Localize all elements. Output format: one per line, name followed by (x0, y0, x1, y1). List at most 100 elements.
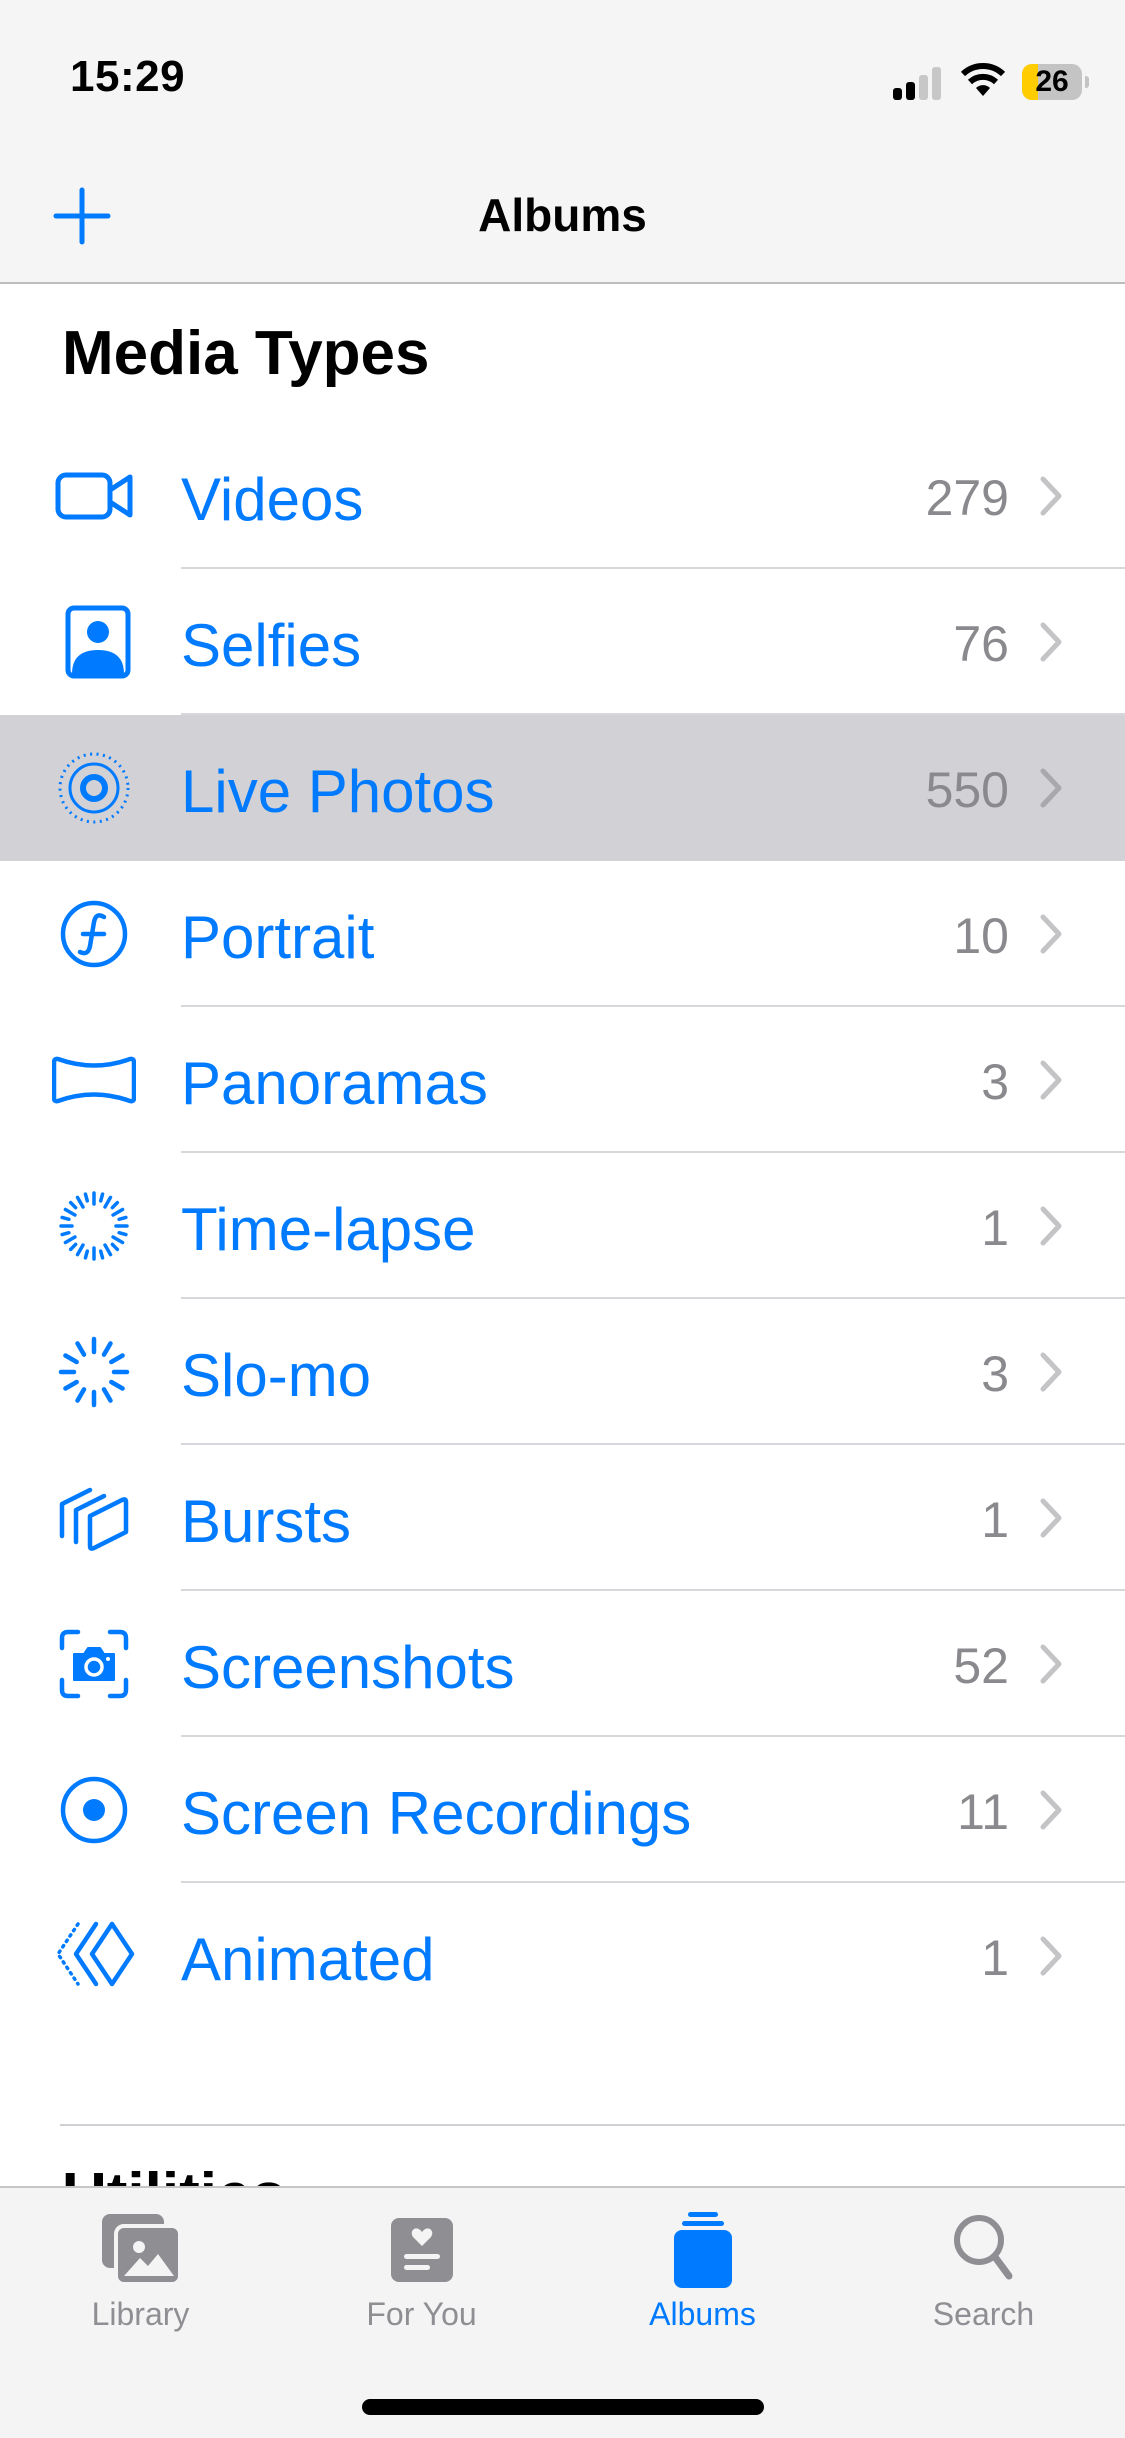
icon-tick (68, 1242, 78, 1252)
list-item-live-photos[interactable]: Live Photos 550 (0, 715, 1125, 861)
section-divider (60, 2124, 1125, 2126)
icon-tick (75, 1243, 85, 1257)
for-you-icon (377, 2208, 467, 2292)
chevron-right-icon (1039, 1935, 1063, 1977)
animated-icon (52, 1916, 136, 1996)
list-item-label: Time-lapse (181, 1196, 476, 1263)
tab-search[interactable]: Search (843, 2188, 1124, 2348)
list-item-label: Portrait (181, 904, 375, 971)
icon-tick (110, 1200, 120, 1210)
icon-tick (101, 1341, 113, 1357)
selfie-portrait-icon (52, 602, 136, 682)
list-item-count: 3 (981, 1346, 1009, 1402)
cellular-signal-icon (893, 66, 943, 100)
chevron-right-icon (1039, 1351, 1063, 1393)
video-camera-icon (52, 456, 136, 536)
icon-tick (109, 1353, 125, 1365)
icon-tick (103, 1243, 113, 1257)
chevron-right-icon (1039, 1497, 1063, 1539)
home-indicator[interactable] (362, 2399, 764, 2415)
section-title-media-types: Media Types (62, 319, 430, 388)
live-photo-icon (52, 748, 136, 828)
chevron-right-icon (1039, 475, 1063, 517)
icon-tick (111, 1235, 125, 1245)
icon-tick (75, 1341, 87, 1357)
bursts-icon (52, 1478, 136, 1558)
list-item-label: Panoramas (181, 1050, 488, 1117)
icon-tick (63, 1353, 79, 1365)
tab-for-you[interactable]: For You (281, 2188, 562, 2348)
list-item-count: 52 (953, 1638, 1009, 1694)
list-item-time-lapse[interactable]: Time-lapse 1 (0, 1153, 1125, 1299)
list-item-screen-recordings[interactable]: Screen Recordings 11 (0, 1737, 1125, 1883)
icon-tick (103, 1195, 113, 1209)
list-item-label: Bursts (181, 1488, 352, 1555)
status-bar: 15:29 26 (0, 0, 1125, 160)
icon-tick (110, 1242, 120, 1252)
list-item-screenshots[interactable]: Screenshots 52 (0, 1591, 1125, 1737)
icon-tick (60, 1215, 71, 1222)
list-item-count: 279 (925, 470, 1009, 526)
icon-tick (75, 1387, 87, 1403)
icon-tick (75, 1195, 85, 1209)
photo-library-icon (96, 2208, 186, 2292)
tab-library[interactable]: Library (0, 2188, 281, 2348)
list-item-label: Slo-mo (181, 1342, 372, 1409)
chevron-right-icon (1039, 767, 1063, 809)
list-item-count: 1 (981, 1200, 1009, 1256)
chevron-right-icon (1039, 621, 1063, 663)
albums-stack-icon (658, 2208, 748, 2292)
icon-tick (60, 1230, 71, 1237)
aperture-f-icon (52, 894, 136, 974)
list-item-count: 550 (925, 762, 1009, 818)
tab-label: Library (91, 2296, 190, 2332)
tab-label: Albums (649, 2296, 756, 2332)
icon-tick (83, 1192, 90, 1203)
list-item-label: Screen Recordings (181, 1780, 692, 1847)
icon-tick (63, 1235, 77, 1245)
media-types-list: Videos 279 Selfies 76 Live Photos 550 Po… (0, 423, 1125, 2029)
timelapse-icon (52, 1186, 136, 1266)
list-item-bursts[interactable]: Bursts 1 (0, 1445, 1125, 1591)
tab-bar: Library For You Albums Search (0, 2186, 1125, 2438)
list-item-label: Screenshots (181, 1634, 515, 1701)
wifi-icon (960, 62, 1006, 98)
chevron-right-icon (1039, 1789, 1063, 1831)
icon-tick (83, 1249, 90, 1260)
magnifying-glass-icon (939, 2208, 1029, 2292)
navigation-bar: Albums (0, 160, 1125, 284)
icon-tick (117, 1230, 128, 1237)
page-title: Albums (478, 189, 647, 241)
chevron-right-icon (1039, 1059, 1063, 1101)
icon-tick (98, 1249, 105, 1260)
icon-tick (117, 1215, 128, 1222)
icon-tick (63, 1207, 77, 1217)
list-item-panoramas[interactable]: Panoramas 3 (0, 1007, 1125, 1153)
list-item-count: 10 (953, 908, 1009, 964)
screen-recording-icon (52, 1770, 136, 1850)
icon-tick (63, 1379, 79, 1391)
icon-tick (101, 1387, 113, 1403)
icon-tick (111, 1207, 125, 1217)
list-item-selfies[interactable]: Selfies 76 (0, 569, 1125, 715)
list-item-portrait[interactable]: Portrait 10 (0, 861, 1125, 1007)
slomo-icon (52, 1332, 136, 1412)
list-item-count: 1 (981, 1930, 1009, 1986)
status-time: 15:29 (70, 52, 186, 101)
chevron-right-icon (1039, 1205, 1063, 1247)
list-item-count: 11 (957, 1784, 1009, 1840)
list-item-count: 1 (981, 1492, 1009, 1548)
list-item-count: 76 (953, 616, 1009, 672)
list-item-videos[interactable]: Videos 279 (0, 423, 1125, 569)
panorama-icon (51, 1040, 137, 1120)
battery-tip (1085, 76, 1089, 88)
battery-icon: 26 (1022, 64, 1082, 100)
list-item-count: 3 (981, 1054, 1009, 1110)
list-item-slo-mo[interactable]: Slo-mo 3 (0, 1299, 1125, 1445)
list-item-animated[interactable]: Animated 1 (0, 1883, 1125, 2029)
tab-albums[interactable]: Albums (562, 2188, 843, 2348)
list-item-label: Selfies (181, 612, 362, 679)
tab-label: For You (366, 2296, 477, 2332)
tab-label: Search (932, 2296, 1035, 2332)
screenshot-icon (52, 1624, 136, 1704)
